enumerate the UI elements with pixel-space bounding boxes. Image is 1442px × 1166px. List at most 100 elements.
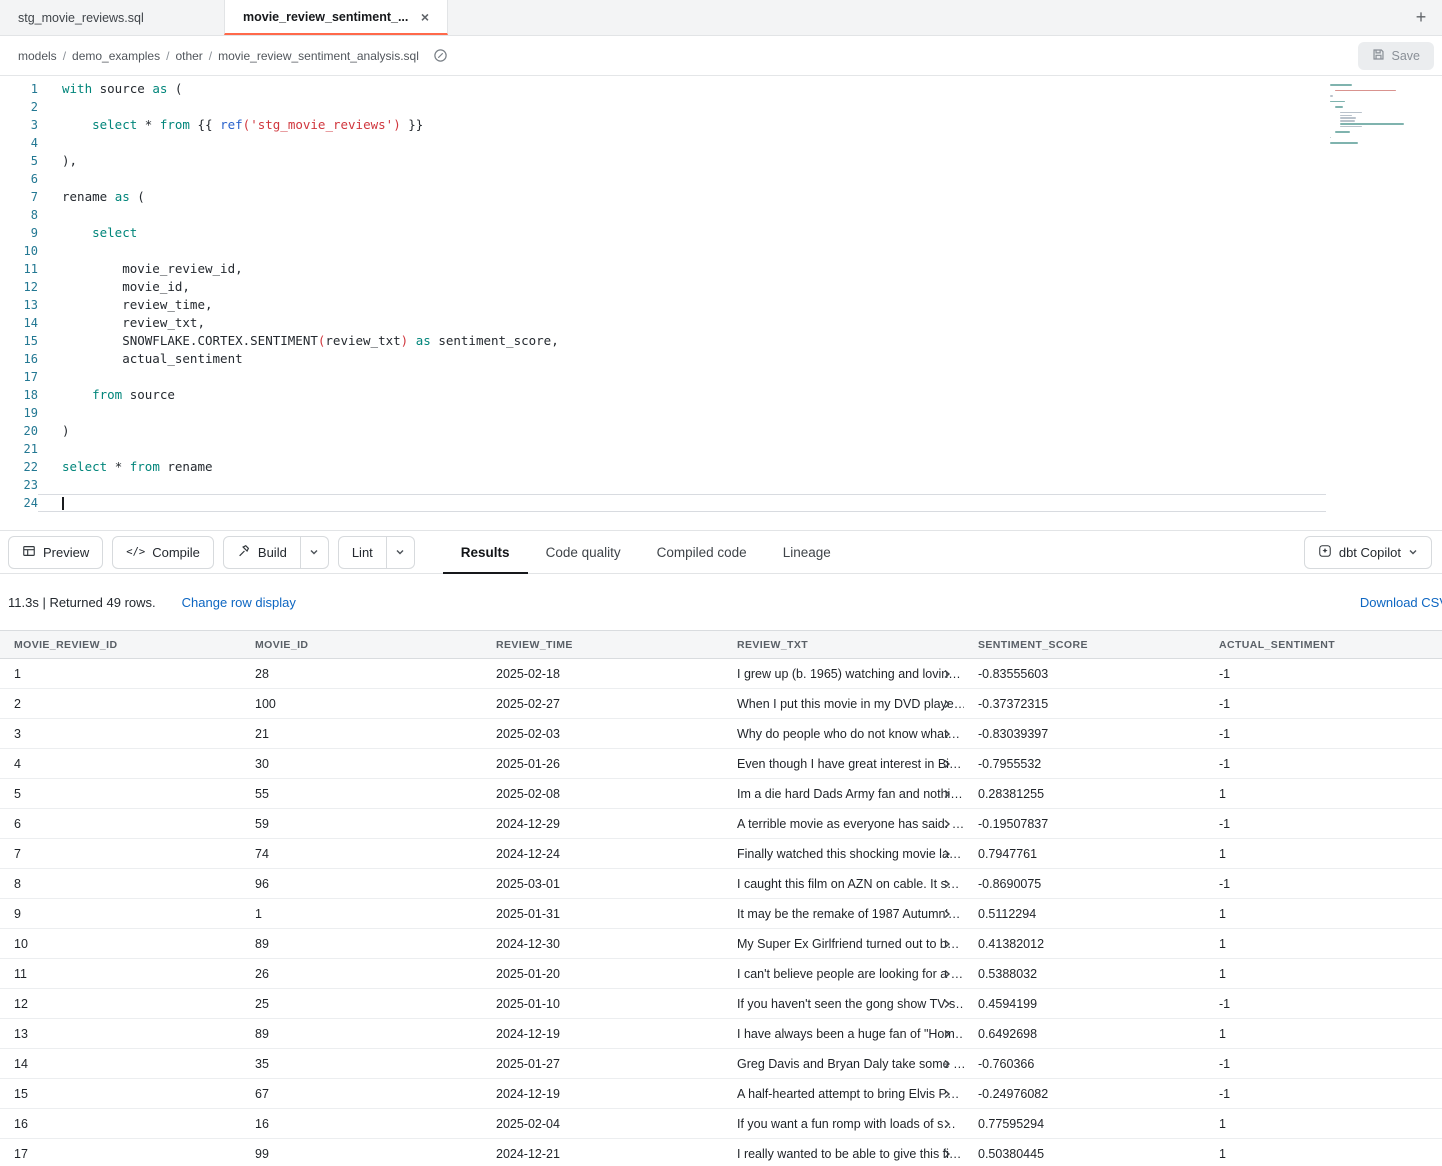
code-line-20[interactable]: 20): [4, 422, 1442, 440]
tab-results[interactable]: Results: [443, 530, 528, 574]
lint-button[interactable]: Lint: [338, 536, 387, 569]
new-tab-button[interactable]: +: [1408, 5, 1434, 31]
breadcrumb-other: other: [175, 49, 202, 63]
line-number: 18: [4, 386, 38, 404]
code-line-4[interactable]: 4: [4, 134, 1442, 152]
code-line-21[interactable]: 21: [4, 440, 1442, 458]
code-line-7[interactable]: 7rename as (: [4, 188, 1442, 206]
code-line-19[interactable]: 19: [4, 404, 1442, 422]
line-number: 9: [4, 224, 38, 242]
cell-sentiment_score: 0.4594199: [964, 997, 1205, 1011]
code-text: select: [38, 224, 1326, 242]
cell-review_time: 2025-01-31: [482, 907, 723, 921]
code-line-16[interactable]: 16 actual_sentiment: [4, 350, 1442, 368]
code-text: review_txt,: [38, 314, 1326, 332]
line-number: 21: [4, 440, 38, 458]
cell-movie_id: 100: [241, 697, 482, 711]
expand-review-icon[interactable]: [942, 729, 952, 739]
expand-review-icon[interactable]: [942, 969, 952, 979]
expand-review-icon[interactable]: [942, 999, 952, 1009]
lint-dropdown-button[interactable]: [387, 536, 415, 569]
breadcrumb-separator: /: [209, 49, 212, 63]
code-line-18[interactable]: 18 from source: [4, 386, 1442, 404]
build-split-button: Build: [223, 536, 329, 569]
expand-review-icon[interactable]: [942, 669, 952, 679]
compile-button[interactable]: </> Compile: [112, 536, 214, 569]
cell-movie_review_id: 5: [0, 787, 241, 801]
code-text: review_time,: [38, 296, 1326, 314]
cell-movie_review_id: 4: [0, 757, 241, 771]
expand-review-icon[interactable]: [942, 789, 952, 799]
code-line-17[interactable]: 17: [4, 368, 1442, 386]
code-line-24[interactable]: 24: [4, 494, 1442, 512]
build-button[interactable]: Build: [223, 536, 301, 569]
cell-movie_review_id: 15: [0, 1087, 241, 1101]
expand-review-icon[interactable]: [942, 909, 952, 919]
cell-movie_review_id: 7: [0, 847, 241, 861]
code-line-5[interactable]: 5),: [4, 152, 1442, 170]
code-line-1[interactable]: 1with source as (: [4, 80, 1442, 98]
code-line-8[interactable]: 8: [4, 206, 1442, 224]
code-line-13[interactable]: 13 review_time,: [4, 296, 1442, 314]
build-dropdown-button[interactable]: [301, 536, 329, 569]
minimap[interactable]: [1330, 84, 1398, 151]
expand-review-icon[interactable]: [942, 1149, 952, 1159]
chevron-down-icon: [1408, 547, 1418, 557]
table-row: 16162025-02-04If you want a fun romp wit…: [0, 1109, 1442, 1139]
code-line-23[interactable]: 23: [4, 476, 1442, 494]
code-line-9[interactable]: 9 select: [4, 224, 1442, 242]
code-line-11[interactable]: 11 movie_review_id,: [4, 260, 1442, 278]
code-text: movie_review_id,: [38, 260, 1326, 278]
code-line-22[interactable]: 22select * from rename: [4, 458, 1442, 476]
cell-movie_id: 74: [241, 847, 482, 861]
expand-review-icon[interactable]: [942, 1119, 952, 1129]
cell-actual_sentiment: 1: [1205, 1147, 1442, 1161]
cell-sentiment_score: 0.28381255: [964, 787, 1205, 801]
cell-review_txt: I have always been a huge fan of "Hom…: [723, 1027, 964, 1041]
cell-review_time: 2025-02-03: [482, 727, 723, 741]
expand-review-icon[interactable]: [942, 939, 952, 949]
tab-stg-movie-reviews[interactable]: stg_movie_reviews.sql: [0, 0, 224, 35]
preview-button[interactable]: Preview: [8, 536, 103, 569]
expand-review-icon[interactable]: [942, 1029, 952, 1039]
cell-sentiment_score: -0.24976082: [964, 1087, 1205, 1101]
code-line-2[interactable]: 2: [4, 98, 1442, 116]
tab-lineage[interactable]: Lineage: [765, 530, 849, 574]
expand-review-icon[interactable]: [942, 1089, 952, 1099]
close-icon[interactable]: ×: [421, 10, 429, 24]
code-line-6[interactable]: 6: [4, 170, 1442, 188]
breadcrumb-separator: /: [63, 49, 66, 63]
expand-review-icon[interactable]: [942, 1059, 952, 1069]
code-line-10[interactable]: 10: [4, 242, 1442, 260]
code-line-3[interactable]: 3 select * from {{ ref('stg_movie_review…: [4, 116, 1442, 134]
cell-review_time: 2024-12-30: [482, 937, 723, 951]
code-line-15[interactable]: 15 SNOWFLAKE.CORTEX.SENTIMENT(review_txt…: [4, 332, 1442, 350]
line-number: 12: [4, 278, 38, 296]
expand-review-icon[interactable]: [942, 819, 952, 829]
download-csv-link[interactable]: Download CSV: [1360, 595, 1442, 610]
line-number: 8: [4, 206, 38, 224]
cell-review_txt: If you haven't seen the gong show TV s…: [723, 997, 964, 1011]
expand-review-icon[interactable]: [942, 699, 952, 709]
cell-movie_id: 55: [241, 787, 482, 801]
cell-sentiment_score: -0.7955532: [964, 757, 1205, 771]
save-button[interactable]: Save: [1358, 42, 1435, 70]
code-line-14[interactable]: 14 review_txt,: [4, 314, 1442, 332]
column-header-review_txt: REVIEW_TXT: [723, 639, 964, 651]
tab-compiled-code[interactable]: Compiled code: [639, 530, 765, 574]
expand-review-icon[interactable]: [942, 879, 952, 889]
expand-review-icon[interactable]: [942, 849, 952, 859]
cell-review_txt: A half-hearted attempt to bring Elvis P…: [723, 1087, 964, 1101]
dbt-copilot-button[interactable]: dbt Copilot: [1304, 536, 1432, 569]
code-editor[interactable]: 1with source as (23 select * from {{ ref…: [0, 76, 1442, 530]
table-row: 11262025-01-20I can't believe people are…: [0, 959, 1442, 989]
tab-code-quality[interactable]: Code quality: [528, 530, 639, 574]
change-row-display-link[interactable]: Change row display: [182, 595, 296, 610]
breadcrumb: models / demo_examples / other / movie_r…: [18, 48, 448, 63]
cell-sentiment_score: 0.5388032: [964, 967, 1205, 981]
code-line-12[interactable]: 12 movie_id,: [4, 278, 1442, 296]
expand-review-icon[interactable]: [942, 759, 952, 769]
cell-movie_id: 59: [241, 817, 482, 831]
build-icon: [237, 544, 251, 561]
tab-movie-review-sentiment[interactable]: movie_review_sentiment_... ×: [224, 0, 448, 35]
